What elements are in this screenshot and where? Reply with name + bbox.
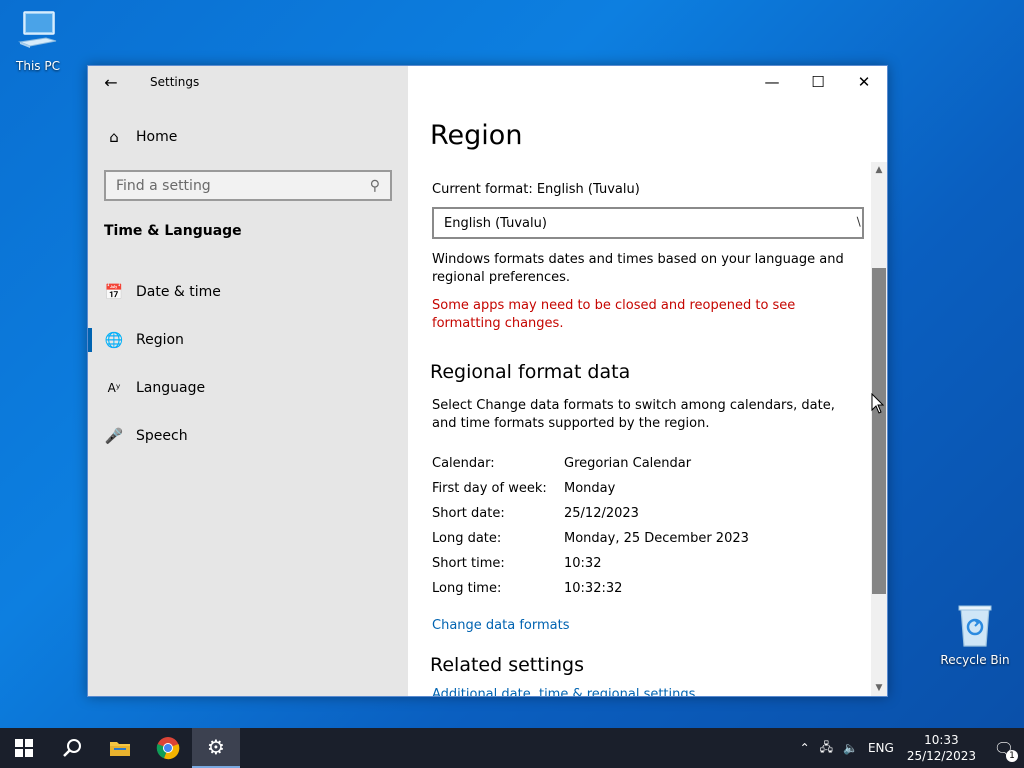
regional-format-description: Select Change data formats to switch amo… (432, 398, 835, 431)
search-button[interactable] (48, 728, 96, 768)
format-value: Gregorian Calendar (564, 456, 692, 471)
sidebar-item-language[interactable]: Aʸ Language (88, 364, 408, 412)
calendar-clock-icon: 📅 (104, 283, 124, 301)
format-warning: Some apps may need to be closed and reop… (432, 298, 796, 331)
change-data-formats-link[interactable]: Change data formats (432, 618, 569, 633)
minimize-button[interactable]: — (749, 66, 795, 98)
home-label: Home (136, 129, 178, 145)
gear-icon: ⚙ (207, 735, 225, 759)
sidebar-item-speech[interactable]: 🎤 Speech (88, 412, 408, 460)
settings-window: ← Settings ⌂ Home Find a setting ⚲ Time … (87, 65, 888, 697)
format-value: Monday (564, 481, 616, 496)
format-row-short-date: Short date: 25/12/2023 (432, 506, 852, 531)
language-icon: Aʸ (107, 381, 121, 395)
settings-taskbar-button[interactable]: ⚙ (192, 728, 240, 768)
scroll-down-arrow-icon[interactable]: ▼ (871, 680, 887, 696)
format-key: Calendar: (432, 456, 495, 471)
format-value: English (Tuvalu) (444, 215, 547, 231)
sidebar-item-region[interactable]: 🌐 Region (88, 316, 408, 364)
this-pc-label: This PC (16, 59, 60, 73)
format-value: 10:32 (564, 556, 602, 571)
format-key: Long time: (432, 581, 502, 596)
globe-icon: 🌐 (104, 331, 124, 349)
taskbar: ⚙ ⌃ 🖧 🔈 ENG 10:33 25/12/2023 🗨 1 (0, 728, 1024, 768)
this-pc-desktop-icon[interactable]: This PC (2, 8, 74, 73)
page-title: Region (430, 120, 523, 151)
format-row-short-time: Short time: 10:32 (432, 556, 852, 581)
chrome-button[interactable] (144, 728, 192, 768)
close-button[interactable]: ✕ (841, 66, 887, 98)
chevron-up-icon[interactable]: ⌃ (795, 741, 815, 755)
additional-settings-link[interactable]: Additional date, time & regional setting… (432, 687, 695, 696)
clock-time: 10:33 (924, 733, 959, 747)
format-row-first-day: First day of week: Monday (432, 481, 852, 506)
clock-date: 25/12/2023 (906, 749, 976, 763)
folder-icon (110, 742, 130, 756)
start-button[interactable] (0, 728, 48, 768)
regional-format-heading: Regional format data (430, 361, 631, 383)
format-data-table: Calendar: Gregorian Calendar First day o… (432, 456, 852, 606)
format-value: Monday, 25 December 2023 (564, 531, 749, 546)
recycle-bin-label: Recycle Bin (940, 653, 1010, 667)
nav-list: 📅 Date & time 🌐 Region Aʸ Language 🎤 Spe… (88, 268, 408, 460)
format-value: 10:32:32 (564, 581, 623, 596)
system-tray: ⌃ 🖧 🔈 ENG 10:33 25/12/2023 🗨 1 (795, 728, 1024, 768)
mouse-cursor-icon (871, 393, 885, 414)
format-key: Short date: (432, 506, 505, 521)
clock[interactable]: 10:33 25/12/2023 (899, 732, 984, 764)
home-nav-item[interactable]: ⌂ Home (104, 128, 177, 146)
close-icon: ✕ (857, 73, 871, 91)
recycle-bin-desktop-icon[interactable]: Recycle Bin (939, 600, 1011, 667)
language-indicator[interactable]: ENG (863, 741, 899, 755)
regional-format-dropdown[interactable]: English (Tuvalu) ∖ (432, 207, 864, 239)
sidebar-item-label: Language (136, 380, 206, 396)
current-format-label: Current format: English (Tuvalu) (432, 182, 640, 197)
chrome-icon (156, 737, 180, 760)
scrollbar-thumb[interactable] (872, 268, 886, 594)
network-icon[interactable]: 🖧 (815, 738, 838, 759)
file-explorer-button[interactable] (96, 728, 144, 768)
maximize-button[interactable]: ☐ (795, 66, 841, 98)
search-icon: ⚲ (369, 177, 380, 194)
home-icon: ⌂ (109, 128, 119, 146)
sidebar-item-date-time[interactable]: 📅 Date & time (88, 268, 408, 316)
related-settings-heading: Related settings (430, 654, 584, 676)
format-row-long-time: Long time: 10:32:32 (432, 581, 852, 606)
format-value: 25/12/2023 (564, 506, 639, 521)
navigation-pane: ← Settings ⌂ Home Find a setting ⚲ Time … (88, 66, 408, 696)
search-input[interactable]: Find a setting ⚲ (104, 170, 392, 201)
format-key: Short time: (432, 556, 505, 571)
format-key: Long date: (432, 531, 502, 546)
format-key: First day of week: (432, 481, 547, 496)
chevron-down-icon: ∖ (854, 215, 862, 229)
volume-muted-icon[interactable]: 🔈 (838, 741, 863, 755)
windows-logo-icon (15, 739, 33, 757)
back-button[interactable]: ← (88, 66, 134, 98)
recycle-bin-icon (958, 605, 992, 647)
app-title: Settings (150, 75, 200, 89)
notification-count: 1 (1006, 750, 1018, 762)
scroll-up-arrow-icon[interactable]: ▲ (871, 162, 887, 178)
computer-icon (18, 11, 57, 48)
search-placeholder: Find a setting (116, 177, 211, 194)
section-title: Time & Language (104, 223, 242, 239)
action-center-button[interactable]: 🗨 1 (984, 728, 1024, 768)
minimize-icon: — (764, 73, 780, 91)
sidebar-item-label: Region (136, 332, 184, 348)
content-pane: — ☐ ✕ Region Current format: English (Tu… (408, 66, 887, 696)
vertical-scrollbar[interactable]: ▲ ▼ (871, 162, 887, 696)
format-row-long-date: Long date: Monday, 25 December 2023 (432, 531, 852, 556)
title-bar: ← Settings (88, 66, 408, 98)
sidebar-item-label: Speech (136, 428, 188, 444)
caption-buttons: — ☐ ✕ (749, 66, 887, 98)
format-row-calendar: Calendar: Gregorian Calendar (432, 456, 852, 481)
microphone-icon: 🎤 (104, 427, 124, 445)
maximize-icon: ☐ (811, 73, 825, 91)
sidebar-item-label: Date & time (136, 284, 221, 300)
back-arrow-icon: ← (104, 72, 118, 92)
search-icon (63, 739, 81, 757)
format-description: Windows formats dates and times based on… (432, 252, 844, 285)
